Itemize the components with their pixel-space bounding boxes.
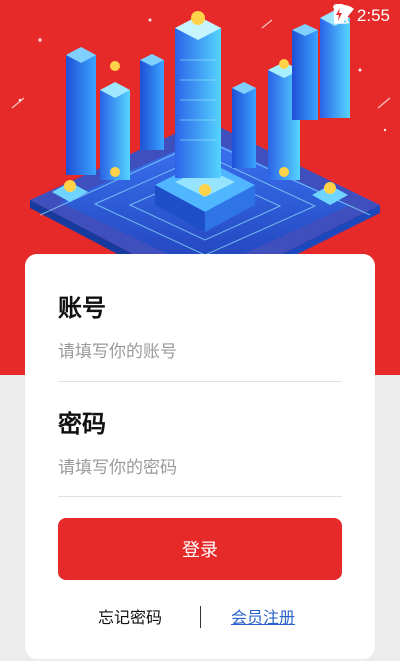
- status-bar: 2:55: [0, 0, 400, 32]
- register-link[interactable]: 会员注册: [231, 604, 295, 628]
- forgot-password-link[interactable]: 忘记密码: [98, 604, 162, 628]
- account-input[interactable]: [58, 330, 342, 374]
- link-divider: [200, 606, 201, 628]
- account-underline: [58, 381, 342, 382]
- password-input[interactable]: [58, 446, 342, 490]
- account-label: 账号: [58, 294, 106, 322]
- status-clock: 2:55: [356, 6, 390, 25]
- password-underline: [58, 496, 342, 497]
- login-button[interactable]: 登录: [58, 518, 342, 580]
- login-card: 账号 密码 登录 忘记密码 会员注册: [25, 254, 375, 659]
- bottom-links: 忘记密码 会员注册: [25, 604, 375, 630]
- password-label: 密码: [58, 410, 106, 438]
